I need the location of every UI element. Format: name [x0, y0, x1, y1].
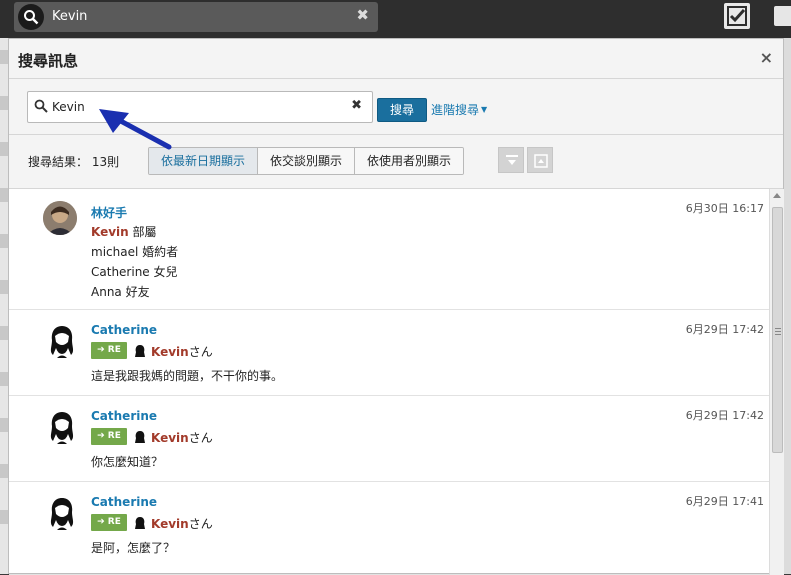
background-page-right	[784, 38, 791, 574]
annotation-arrow-icon	[99, 109, 172, 150]
reply-badge-label: RE	[107, 431, 121, 441]
message-time: 6月29日 17:42	[685, 409, 764, 422]
message-line-text: 部屬	[128, 225, 157, 239]
user-silhouette-icon	[135, 517, 145, 533]
dialog-header: 搜尋訊息 ×	[9, 39, 783, 79]
message-line: Kevin 部屬	[91, 223, 157, 240]
message-text: 這是我跟我媽的問題，不干你的事。	[91, 369, 284, 383]
dialog-title: 搜尋訊息	[18, 52, 79, 70]
caret-down-icon: ▼	[481, 105, 488, 114]
app-topbar: Kevin ✖	[0, 0, 791, 38]
reply-target-name[interactable]: Kevin	[151, 517, 189, 531]
message-sender[interactable]: 林好手	[91, 204, 127, 221]
reply-target[interactable]: Kevinさん	[135, 429, 213, 447]
avatar[interactable]	[43, 201, 77, 235]
mention-name: Kevin	[91, 225, 129, 239]
clear-search-icon[interactable]: ✖	[351, 98, 362, 113]
reply-badge-label: RE	[107, 517, 121, 527]
message-time: 6月29日 17:42	[685, 323, 764, 336]
list-item[interactable]: Catherine 6月29日 17:42 ➔ RE Kevinさん 這是我跟我…	[9, 310, 769, 396]
message-line: Catherine 女兒	[91, 265, 178, 279]
sort-tabs: 依最新日期顯示 依交談別顯示 依使用者別顯示	[148, 147, 465, 175]
scrollbar-thumb[interactable]	[772, 207, 783, 453]
user-silhouette-icon[interactable]	[47, 410, 77, 449]
expand-icon	[534, 154, 548, 168]
search-icon[interactable]	[18, 4, 44, 30]
reply-target-suffix: さん	[188, 517, 213, 531]
reply-target[interactable]: Kevinさん	[135, 343, 213, 361]
reply-badge: ➔ RE	[91, 514, 127, 531]
background-page	[0, 38, 8, 574]
search-messages-dialog: 搜尋訊息 × ✖ 搜尋 進階搜尋▼ 搜尋結果： 13則 依最新日期顯示 依交談別…	[8, 38, 784, 575]
checkbox-icon[interactable]	[724, 3, 750, 29]
message-time: 6月29日 17:41	[685, 495, 764, 508]
expand-all-button[interactable]	[527, 147, 553, 173]
message-text: 你怎麼知道？	[91, 455, 164, 469]
scroll-up-icon[interactable]	[773, 193, 781, 198]
message-results-list: 林好手 6月30日 16:17 Kevin 部屬 michael 婚約者 Cat…	[9, 189, 769, 575]
message-time: 6月30日 16:17	[685, 202, 764, 215]
collapse-all-button[interactable]	[498, 147, 524, 173]
message-text: 是阿，怎麼了？	[91, 541, 176, 555]
result-count: 搜尋結果： 13則	[28, 155, 120, 169]
search-button[interactable]: 搜尋	[377, 98, 427, 122]
reply-target-suffix: さん	[188, 431, 213, 445]
folder-icon[interactable]	[774, 6, 791, 26]
search-icon	[34, 99, 48, 116]
reply-target-name[interactable]: Kevin	[151, 431, 189, 445]
tab-sort-by-conversation[interactable]: 依交談別顯示	[257, 148, 355, 174]
reply-target-suffix: さん	[188, 345, 213, 359]
reply-badge: ➔ RE	[91, 428, 127, 445]
reply-badge-label: RE	[107, 345, 121, 355]
advanced-search-label[interactable]: 進階搜尋	[431, 103, 479, 117]
global-search-field[interactable]: Kevin ✖	[14, 2, 378, 32]
user-silhouette-icon[interactable]	[47, 324, 77, 363]
grip-icon	[775, 328, 781, 329]
list-item[interactable]: Catherine 6月29日 17:42 ➔ RE Kevinさん 你怎麼知道…	[9, 396, 769, 482]
reply-badge: ➔ RE	[91, 342, 127, 359]
message-line: Anna 好友	[91, 285, 150, 299]
reply-target-name[interactable]: Kevin	[151, 345, 189, 359]
user-silhouette-icon[interactable]	[47, 496, 77, 535]
list-item[interactable]: 林好手 6月30日 16:17 Kevin 部屬 michael 婚約者 Cat…	[9, 189, 769, 310]
user-silhouette-icon	[135, 431, 145, 447]
global-search-value[interactable]: Kevin	[52, 9, 87, 24]
list-item[interactable]: Catherine 6月29日 17:41 ➔ RE Kevinさん 是阿，怎麼…	[9, 482, 769, 575]
search-field[interactable]: ✖	[27, 91, 373, 123]
user-silhouette-icon	[135, 345, 145, 361]
tab-sort-by-user[interactable]: 依使用者別顯示	[354, 148, 464, 174]
clear-icon[interactable]: ✖	[356, 6, 369, 24]
message-sender[interactable]: Catherine	[91, 323, 157, 337]
message-sender[interactable]: Catherine	[91, 409, 157, 423]
results-scrollbar[interactable]	[769, 189, 784, 575]
message-line: michael 婚約者	[91, 245, 179, 259]
close-icon[interactable]: ×	[760, 48, 773, 67]
reply-target[interactable]: Kevinさん	[135, 515, 213, 533]
collapse-icon	[506, 155, 518, 165]
message-sender[interactable]: Catherine	[91, 495, 157, 509]
advanced-search-link[interactable]: 進階搜尋 ▼	[431, 101, 487, 118]
